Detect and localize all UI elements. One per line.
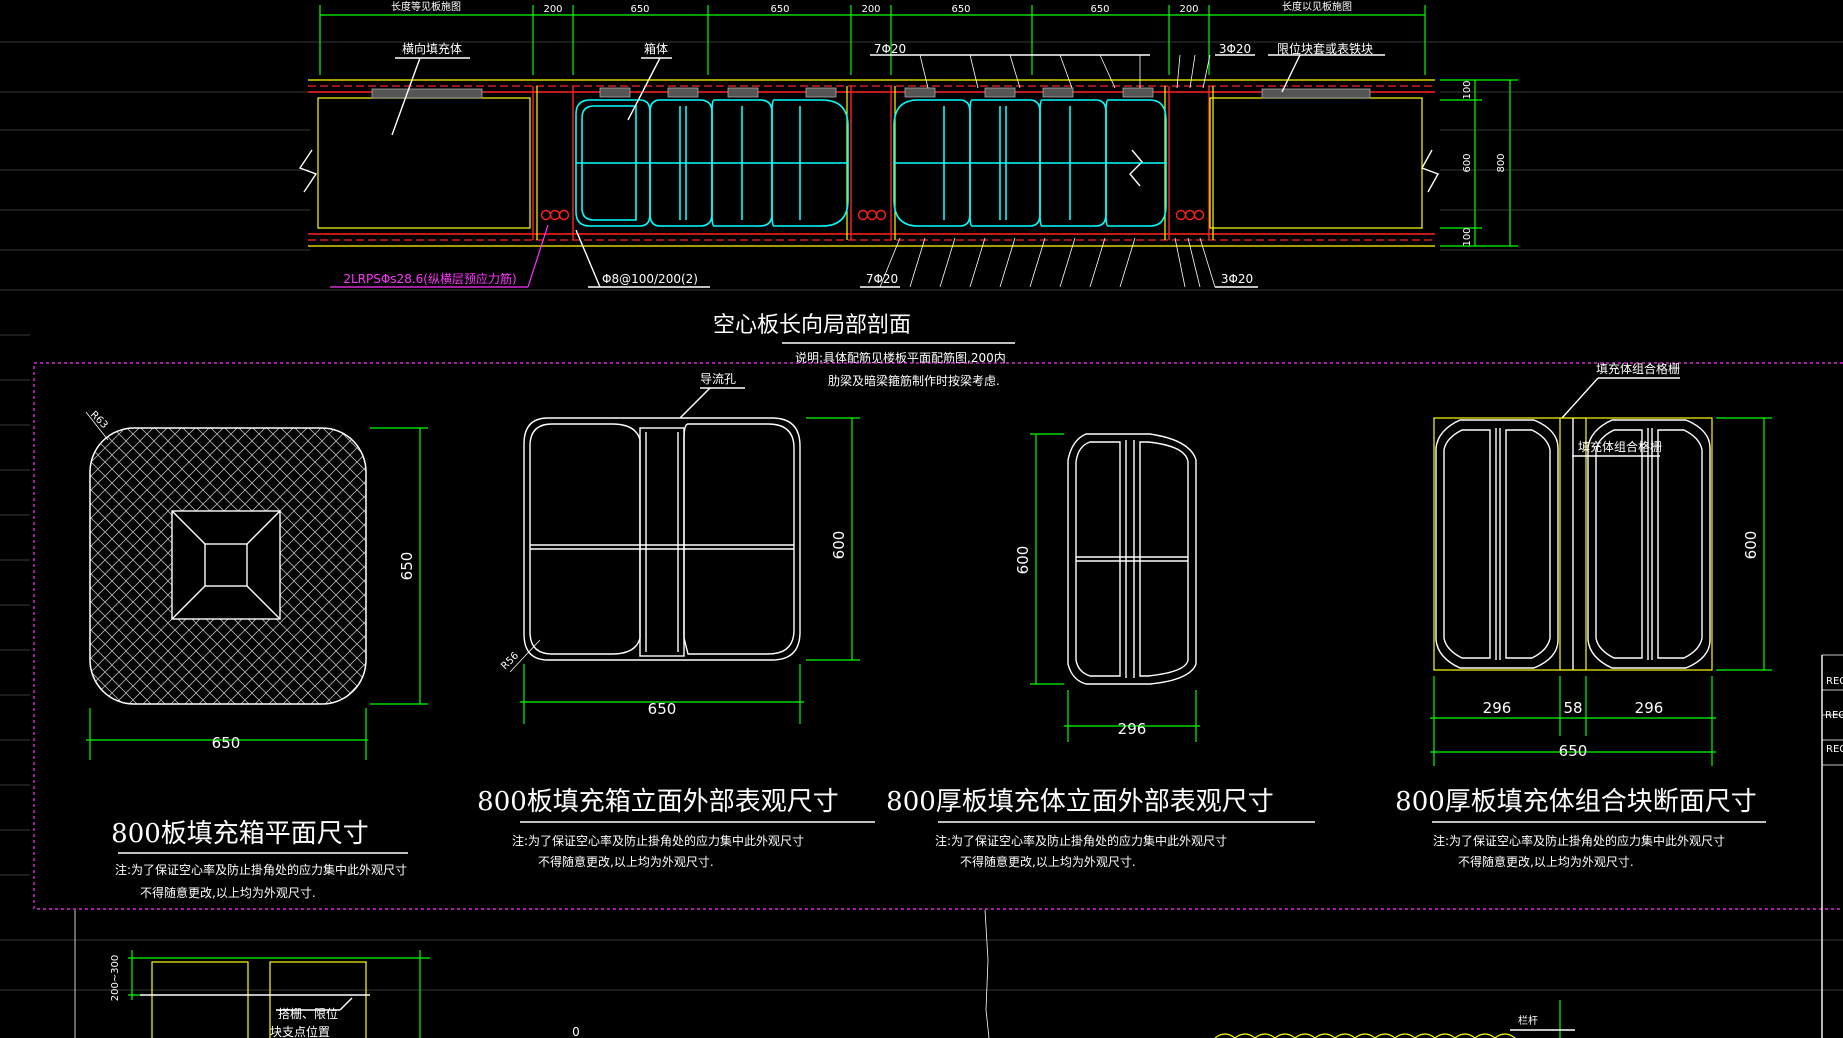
label-3phi20-bottom: 3Φ20: [1221, 272, 1253, 286]
dim-650-d: 650: [1090, 4, 1109, 15]
panel3-title: 800厚板填充体立面外部表观尺寸: [886, 787, 1274, 817]
panel1-title: 800板填充箱平面尺寸: [111, 819, 369, 849]
prestress-tendons: [540, 209, 1205, 221]
panel2-corner-radius: R56: [499, 650, 521, 672]
panel4-note-line2: 不得随意更改,以上均为外观尺寸.: [1458, 854, 1634, 869]
panel4-combined-block: [1430, 377, 1772, 766]
bottom-dim-vertical: 200~300: [110, 955, 121, 1002]
panel3-note-line1: 注:为了保证空心率及防止掛角处的应力集中此外观尺寸: [935, 833, 1227, 848]
dim-right-600: 600: [1462, 153, 1473, 172]
panel1-dim-width: 650: [212, 734, 241, 752]
dim-650-a: 650: [630, 4, 649, 15]
section-leaders: [330, 54, 1385, 288]
panel2-dim-width: 650: [648, 700, 677, 718]
section-title: 空心板长向局部剖面: [713, 313, 911, 338]
section-note-line2: 肋梁及暗梁箍筋制作时按梁考虑.: [828, 373, 1000, 388]
dim-right-100-bottom: 100: [1462, 227, 1473, 246]
bottom-small-label: 0: [572, 1025, 580, 1038]
label-transverse-filler: 横向填充体: [402, 41, 462, 56]
section-dimension-chain: [319, 5, 1426, 75]
panel1-plan-box: [85, 411, 428, 760]
dim-right-800: 800: [1496, 153, 1507, 172]
dim-650-b: 650: [770, 4, 789, 15]
transverse-filler-right: [1209, 88, 1423, 229]
panel3-dim-width: 296: [1118, 720, 1147, 738]
dim-200-c: 200: [1179, 4, 1198, 15]
panel1-corner-radius: R63: [88, 409, 110, 431]
panel2-elevation-box: [509, 387, 860, 724]
slab-outline: [298, 79, 1440, 247]
panel2-dim-height: 600: [830, 531, 848, 560]
dim-200-b: 200: [861, 4, 880, 15]
label-limit-block: 限位块套或表铁块: [1277, 41, 1373, 56]
transverse-filler-left: [317, 88, 531, 229]
panel4-dim-height: 600: [1742, 531, 1760, 560]
panel4-dim-total: 650: [1559, 742, 1588, 760]
panel1-note-line2: 不得随意更改,以上均为外观尺寸.: [140, 885, 316, 900]
label-7phi20-bottom: 7Φ20: [866, 272, 898, 286]
panel4-title: 800厚板填充体组合块断面尺寸: [1395, 787, 1757, 817]
panel4-dim-part-2: 58: [1563, 699, 1582, 717]
panel4-dim-part-3: 296: [1635, 699, 1664, 717]
panel2-note-line2: 不得随意更改,以上均为外观尺寸.: [538, 854, 714, 869]
panel1-dim-height: 650: [398, 552, 416, 581]
filler-box-group-right: [893, 99, 1167, 227]
dim-200-a: 200: [543, 4, 562, 15]
sidebar-label-2: REGIS: [1825, 710, 1843, 721]
panel4-note-line1: 注:为了保证空心率及防止掛角处的应力集中此外观尺寸: [1433, 833, 1725, 848]
panel2-title: 800板填充箱立面外部表观尺寸: [477, 787, 839, 817]
sidebar-label-3: REGI: [1826, 744, 1843, 755]
dim-side-right: 长度以见板施图: [1282, 0, 1352, 13]
bottom-left-detail: [74, 910, 430, 1038]
panel2-note-line1: 注:为了保证空心率及防止掛角处的应力集中此外观尺寸: [512, 833, 804, 848]
label-3phi20-top: 3Φ20: [1219, 42, 1251, 56]
dim-right-100-top: 100: [1462, 80, 1473, 99]
dim-side-left: 长度等见板施图: [391, 0, 461, 13]
bottom-leader-line1: 搭栅、限位: [278, 1006, 338, 1021]
panel3-note-line2: 不得随意更改,以上均为外观尺寸.: [960, 854, 1136, 869]
panel4-leader-top: 填充体组合格栅: [1596, 361, 1680, 376]
label-prestress-tendon: 2LRPSΦs28.6(纵横层预应力筋): [343, 271, 516, 286]
label-7phi20-top: 7Φ20: [874, 42, 906, 56]
cad-drawing: 长度等见板施图 200 650 650 200 650 650 200 长度以见…: [0, 0, 1843, 1038]
dim-650-c: 650: [951, 4, 970, 15]
panel3-dim-height: 600: [1014, 546, 1032, 575]
bottom-right-detail: [984, 909, 1575, 1038]
sidebar-label-1: REGI: [1826, 676, 1843, 687]
bottom-leader-line2: 块支点位置: [270, 1024, 330, 1038]
panel3-filler-body: [1030, 433, 1200, 742]
panel2-leader-flow-hole: 导流孔: [700, 372, 736, 386]
panel4-dim-part-1: 296: [1483, 699, 1512, 717]
label-stirrup: Φ8@100/200(2): [602, 272, 698, 286]
panel1-note-line1: 注:为了保证空心率及防止掛角处的应力集中此外观尺寸: [115, 862, 407, 877]
filler-box-group-left: [575, 99, 849, 227]
bottom-right-label: 栏杆: [1518, 1014, 1538, 1027]
label-box: 箱体: [644, 41, 668, 56]
panel4-leader-mid: 填充体组合格栅: [1578, 439, 1662, 454]
